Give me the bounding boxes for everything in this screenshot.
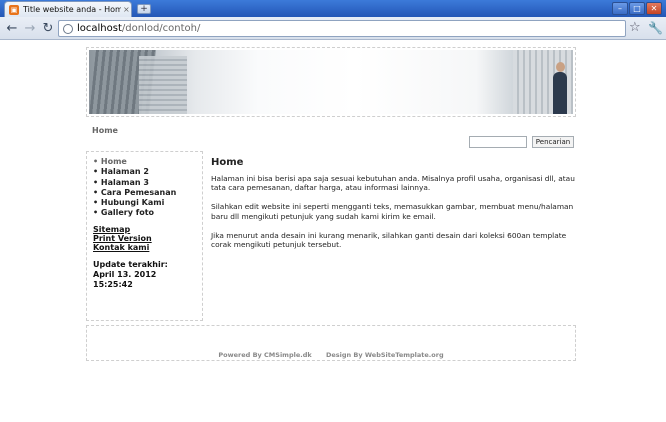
main-content: Home Halaman ini bisa berisi apa saja se… bbox=[211, 157, 576, 259]
footer-credits: Powered By CMSimple.dk Design By WebSite… bbox=[87, 351, 575, 359]
header-banner bbox=[86, 47, 576, 117]
last-update-label: Update terakhir: bbox=[93, 259, 168, 269]
powered-by-link[interactable]: Powered By CMSimple.dk bbox=[218, 351, 311, 359]
contact-link[interactable]: Kontak kami bbox=[93, 243, 196, 252]
search-input[interactable] bbox=[469, 136, 527, 148]
url-text: localhost/donlod/contoh/ bbox=[77, 23, 201, 34]
favicon-icon: ▣ bbox=[9, 4, 19, 15]
bookmark-star-icon[interactable]: ☆ bbox=[629, 20, 641, 35]
search-button[interactable]: Pencarian bbox=[532, 136, 574, 148]
sidebar-menu: Home Halaman 2 Halaman 3 Cara Pemesanan … bbox=[93, 157, 196, 219]
design-by-link[interactable]: Design By WebSiteTemplate.org bbox=[326, 351, 444, 359]
forward-arrow-icon[interactable]: → bbox=[22, 21, 38, 37]
footer: Powered By CMSimple.dk Design By WebSite… bbox=[86, 325, 576, 361]
sitemap-link[interactable]: Sitemap bbox=[93, 225, 196, 234]
sidebar-links: Sitemap Print Version Kontak kami bbox=[93, 225, 196, 252]
menu-item-gallery-foto[interactable]: Gallery foto bbox=[93, 208, 196, 218]
browser-toolbar: ← → ↻ localhost/donlod/contoh/ ☆ 🔧 bbox=[0, 17, 666, 40]
content-paragraph: Jika menurut anda desain ini kurang mena… bbox=[211, 230, 567, 250]
content-paragraph: Silahkan edit website ini seperti mengga… bbox=[211, 202, 574, 221]
page-title: Home bbox=[211, 157, 244, 168]
menu-item-halaman-2[interactable]: Halaman 2 bbox=[93, 167, 196, 177]
web-page: Home Pencarian Home Halaman 2 Halaman 3 … bbox=[0, 41, 666, 422]
content-paragraph: Halaman ini bisa berisi apa saja sesuai … bbox=[211, 174, 575, 193]
menu-item-home[interactable]: Home bbox=[93, 157, 196, 167]
menu-item-hubungi-kami[interactable]: Hubungi Kami bbox=[93, 198, 196, 208]
browser-tab[interactable]: ▣ Title website anda - Home × bbox=[4, 1, 132, 17]
menu-item-cara-pemesanan[interactable]: Cara Pemesanan bbox=[93, 188, 196, 198]
maximize-button[interactable]: □ bbox=[629, 2, 645, 15]
wrench-icon[interactable]: 🔧 bbox=[648, 21, 663, 35]
address-bar[interactable]: localhost/donlod/contoh/ bbox=[58, 20, 626, 37]
last-update-date: April 13. 2012 15:25:42 bbox=[93, 269, 157, 289]
browser-titlebar: ▣ Title website anda - Home × + – □ ✕ bbox=[0, 0, 666, 17]
back-arrow-icon[interactable]: ← bbox=[4, 21, 20, 37]
breadcrumb[interactable]: Home bbox=[92, 126, 118, 135]
close-tab-icon[interactable]: × bbox=[123, 5, 130, 14]
close-window-button[interactable]: ✕ bbox=[646, 2, 662, 15]
tab-title: Title website anda - Home bbox=[23, 5, 121, 14]
minimize-button[interactable]: – bbox=[612, 2, 628, 15]
header-image bbox=[89, 50, 573, 114]
new-tab-button[interactable]: + bbox=[137, 4, 151, 14]
menu-item-halaman-3[interactable]: Halaman 3 bbox=[93, 178, 196, 188]
page-info-icon[interactable] bbox=[63, 23, 73, 34]
sidebar: Home Halaman 2 Halaman 3 Cara Pemesanan … bbox=[86, 151, 203, 321]
print-version-link[interactable]: Print Version bbox=[93, 234, 196, 243]
reload-icon[interactable]: ↻ bbox=[40, 21, 56, 37]
last-update: Update terakhir: April 13. 2012 15:25:42 bbox=[93, 260, 196, 290]
